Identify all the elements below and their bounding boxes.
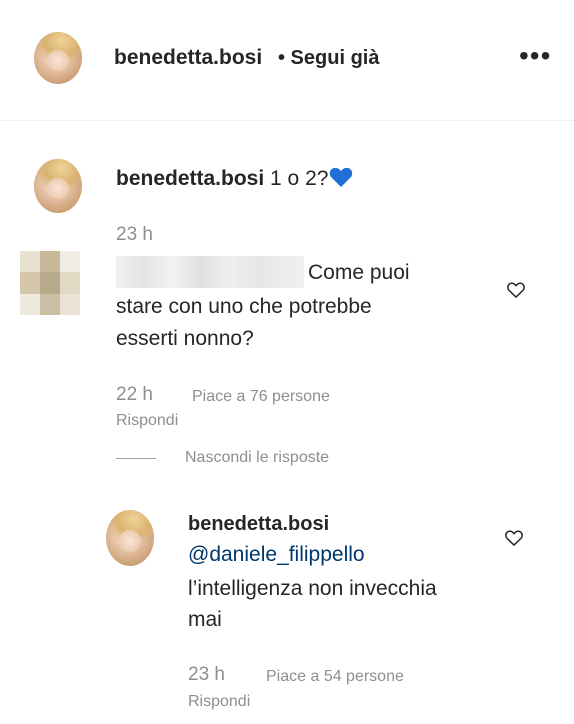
comment-reply-button[interactable]: Rispondi bbox=[116, 412, 178, 430]
hide-replies-button[interactable]: Nascondi le risposte bbox=[185, 449, 329, 467]
header-avatar[interactable] bbox=[34, 32, 82, 84]
reply-likes[interactable]: Piace a 54 persone bbox=[266, 668, 404, 686]
reply-text-line1: l’intelligenza non invecchia bbox=[188, 577, 437, 600]
more-options-icon[interactable]: ••• bbox=[519, 42, 551, 70]
reply-avatar[interactable] bbox=[106, 510, 154, 566]
commenter-username-blurred[interactable] bbox=[116, 256, 304, 288]
caption-username[interactable]: benedetta.bosi bbox=[116, 167, 264, 190]
reply-text-line2: mai bbox=[188, 608, 222, 631]
like-reply-heart-icon[interactable] bbox=[504, 528, 524, 548]
comment-text-line2: stare con uno che potrebbe bbox=[116, 295, 372, 318]
comment-text-line3: esserti nonno? bbox=[116, 327, 254, 350]
like-comment-heart-icon[interactable] bbox=[506, 280, 526, 300]
reply-mention[interactable]: @daniele_filippello bbox=[188, 540, 365, 570]
caption-avatar[interactable] bbox=[34, 159, 82, 213]
blue-heart-emoji bbox=[329, 166, 353, 194]
header-username[interactable]: benedetta.bosi bbox=[114, 46, 262, 70]
replies-separator bbox=[116, 458, 156, 459]
comment-likes[interactable]: Piace a 76 persone bbox=[192, 388, 330, 406]
caption-time: 23 h bbox=[116, 224, 153, 245]
reply-reply-button[interactable]: Rispondi bbox=[188, 693, 250, 711]
caption-row: benedetta.bosi 1 o 2? bbox=[116, 166, 353, 194]
comment-text-line1: Come puoi bbox=[308, 261, 410, 284]
commenter-avatar-blurred[interactable] bbox=[20, 251, 80, 315]
header-divider bbox=[0, 120, 574, 121]
comment-time: 22 h bbox=[116, 384, 153, 405]
caption-text: 1 o 2? bbox=[270, 167, 329, 190]
follow-status[interactable]: • Segui già bbox=[278, 47, 379, 70]
reply-username[interactable]: benedetta.bosi bbox=[188, 513, 329, 536]
reply-time: 23 h bbox=[188, 664, 225, 685]
